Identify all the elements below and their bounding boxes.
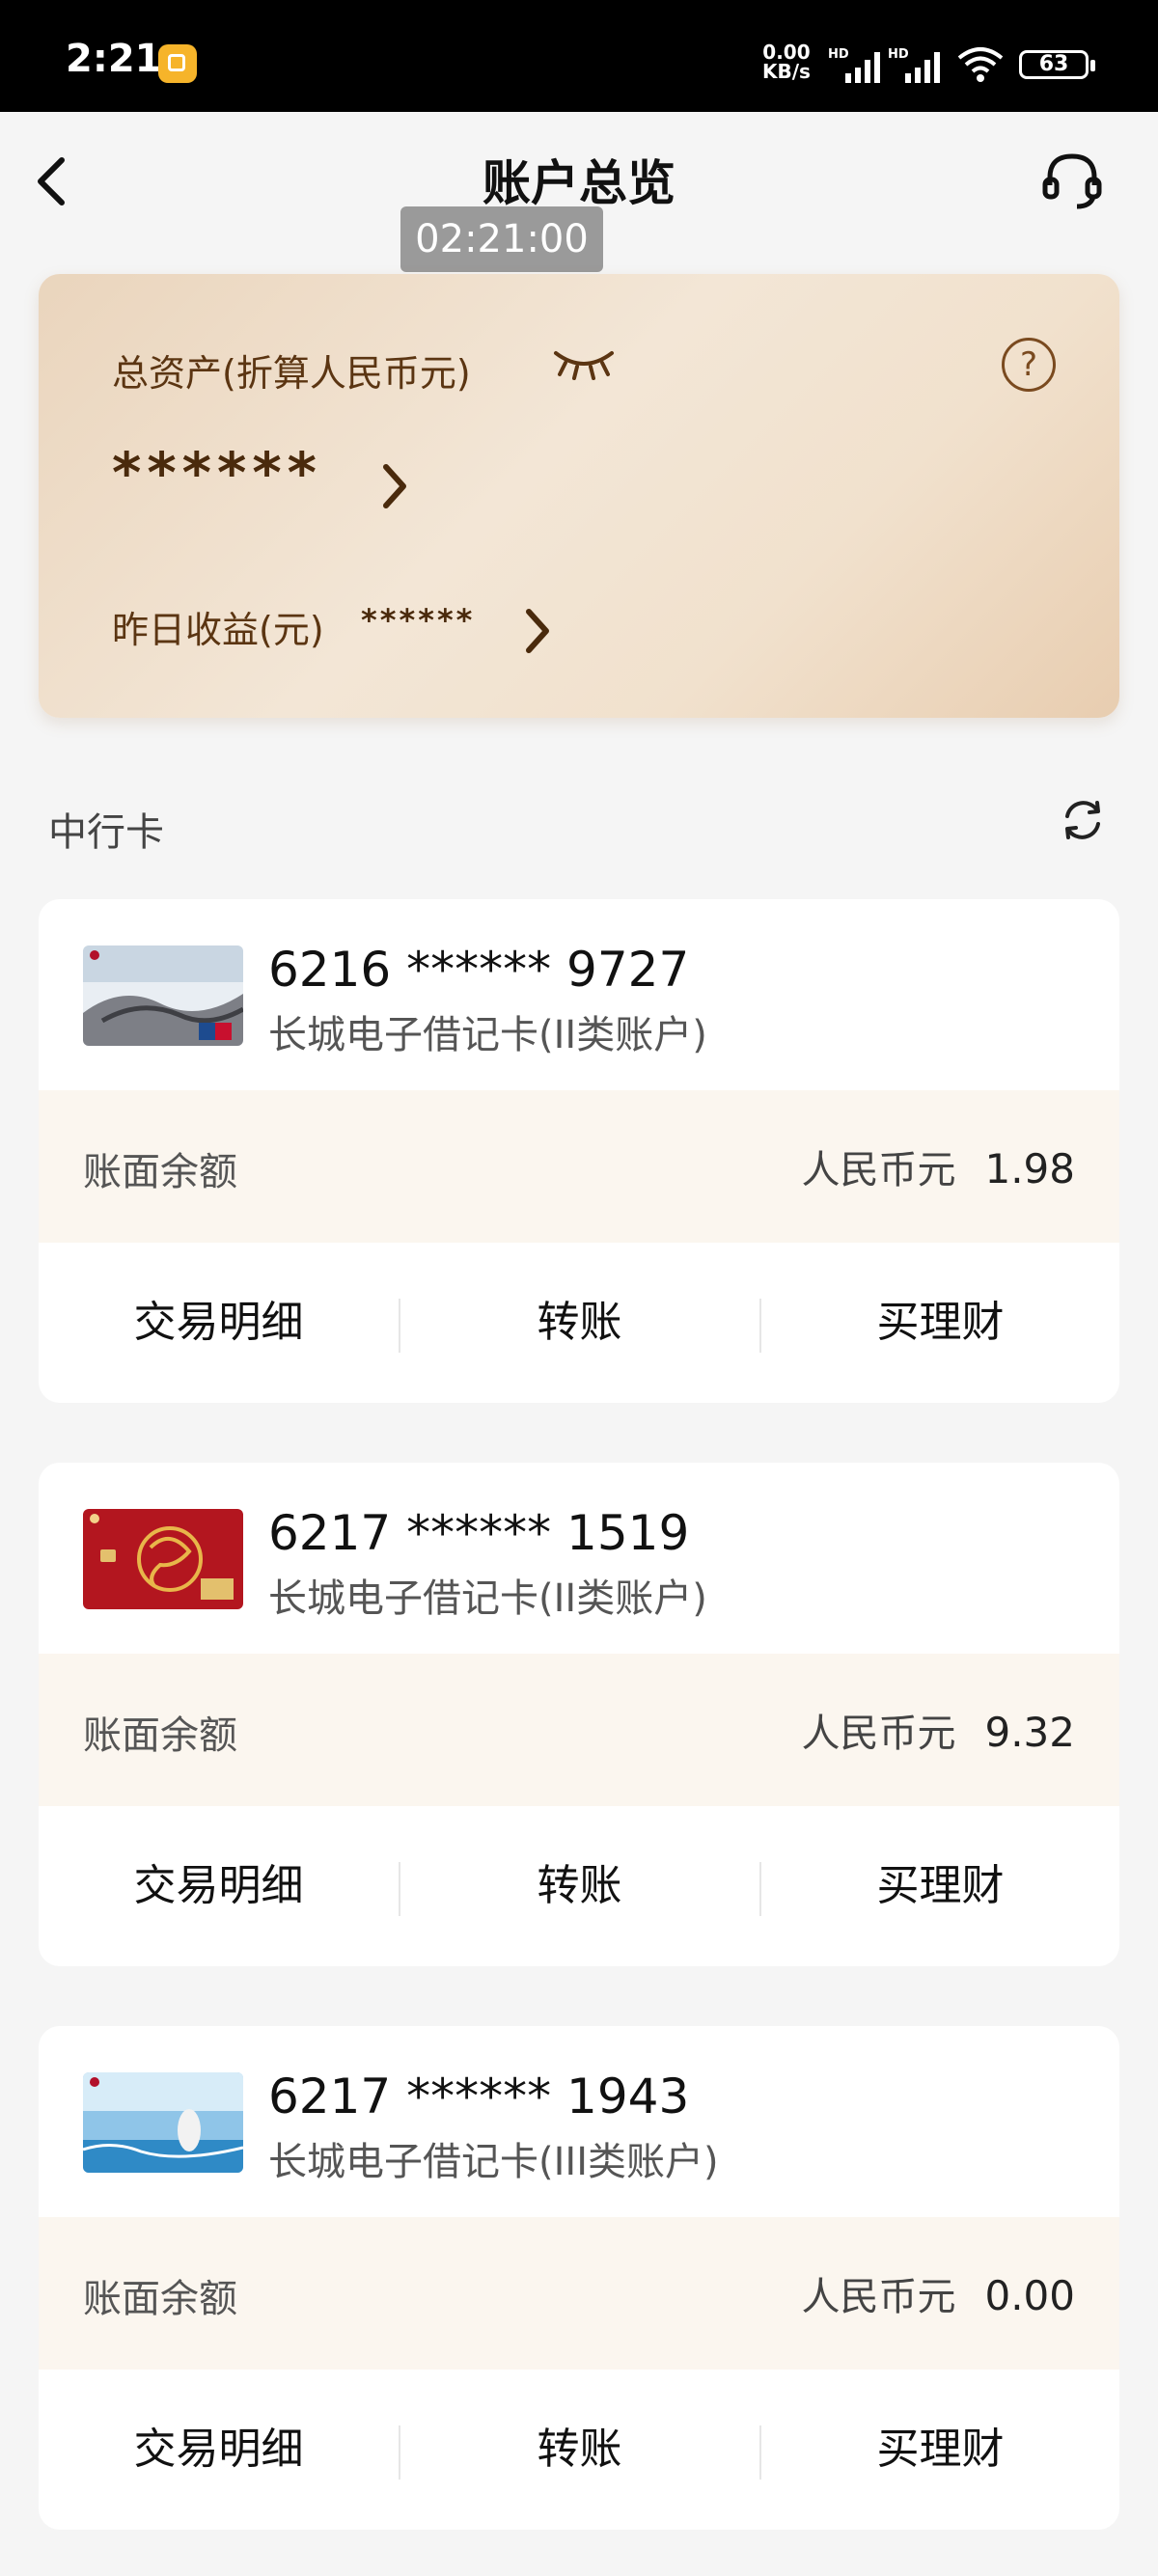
total-assets-card: 总资产(折算人民币元) ? ****** 昨日收益(元) ****** xyxy=(39,274,1119,718)
svg-text:HD: HD xyxy=(828,47,849,62)
account-actions: 交易明细 转账 买理财 xyxy=(39,1806,1119,1966)
battery-icon: 63 xyxy=(1019,50,1095,79)
card-number: 6217 ****** 1943 xyxy=(268,2069,690,2124)
status-time: 2:21 xyxy=(66,37,162,81)
buy-wealth-button[interactable]: 买理财 xyxy=(760,1243,1119,1403)
balance-label: 账面余额 xyxy=(83,1713,237,1758)
page-title: 账户总览 xyxy=(482,155,676,211)
balance-row: 账面余额 人民币元 9.32 xyxy=(39,1654,1119,1806)
notification-icon xyxy=(158,44,197,83)
transfer-button[interactable]: 转账 xyxy=(400,1243,759,1403)
transaction-details-button[interactable]: 交易明细 xyxy=(39,1806,399,1966)
card-image xyxy=(83,945,243,1046)
transfer-button[interactable]: 转账 xyxy=(400,2370,759,2530)
headset-icon[interactable] xyxy=(1040,149,1104,212)
yesterday-earnings-value: ****** xyxy=(361,602,476,639)
yesterday-earnings-label: 昨日收益(元) xyxy=(112,609,324,651)
eye-closed-icon[interactable] xyxy=(550,342,618,384)
balance-value-group: 人民币元 1.98 xyxy=(801,1138,1075,1194)
total-assets-label: 总资产(折算人民币元) xyxy=(112,352,471,395)
card-type: 长城电子借记卡(II类账户) xyxy=(268,1013,707,1057)
buy-wealth-button[interactable]: 买理财 xyxy=(760,1806,1119,1966)
network-speed-value: 0.00 xyxy=(762,41,811,64)
network-speed-unit: KB/s xyxy=(762,60,811,83)
transfer-button[interactable]: 转账 xyxy=(400,1806,759,1966)
status-bar: 2:21 0.00 KB/s HD HD 63 xyxy=(0,0,1158,112)
currency-label: 人民币元 xyxy=(801,1148,956,1192)
signal-icon-2: HD xyxy=(888,47,940,83)
transaction-details-button[interactable]: 交易明细 xyxy=(39,2370,399,2530)
transaction-details-button[interactable]: 交易明细 xyxy=(39,1243,399,1403)
balance-value: 0.00 xyxy=(984,2272,1075,2319)
question-icon[interactable]: ? xyxy=(1002,338,1056,392)
currency-label: 人民币元 xyxy=(801,1712,956,1756)
card-image xyxy=(83,1509,243,1609)
signal-icon: HD xyxy=(828,47,880,83)
balance-label: 账面余额 xyxy=(83,2277,237,2321)
account-card[interactable]: 6217 ****** 1943 长城电子借记卡(III类账户) 账面余额 人民… xyxy=(39,2026,1119,2530)
account-card[interactable]: 6216 ****** 9727 长城电子借记卡(II类账户) 账面余额 人民币… xyxy=(39,899,1119,1403)
account-actions: 交易明细 转账 买理财 xyxy=(39,1243,1119,1403)
total-assets-value: ****** xyxy=(112,440,322,506)
balance-row: 账面余额 人民币元 0.00 xyxy=(39,2217,1119,2370)
network-speed: 0.00 KB/s xyxy=(762,42,811,81)
card-number: 6216 ****** 9727 xyxy=(268,942,690,998)
account-card[interactable]: 6217 ****** 1519 长城电子借记卡(II类账户) 账面余额 人民币… xyxy=(39,1463,1119,1966)
card-type: 长城电子借记卡(III类账户) xyxy=(268,2140,719,2184)
balance-value: 1.98 xyxy=(984,1145,1075,1192)
chevron-right-icon[interactable] xyxy=(378,457,411,515)
svg-text:HD: HD xyxy=(888,47,909,62)
balance-value: 9.32 xyxy=(984,1709,1075,1756)
buy-wealth-button[interactable]: 买理财 xyxy=(760,2370,1119,2530)
account-actions: 交易明细 转账 买理财 xyxy=(39,2370,1119,2530)
balance-row: 账面余额 人民币元 1.98 xyxy=(39,1090,1119,1243)
balance-value-group: 人民币元 0.00 xyxy=(801,2265,1075,2321)
card-type: 长城电子借记卡(II类账户) xyxy=(268,1576,707,1621)
currency-label: 人民币元 xyxy=(801,2275,956,2319)
chevron-right-icon[interactable] xyxy=(521,602,554,660)
card-image xyxy=(83,2072,243,2173)
card-number: 6217 ****** 1519 xyxy=(268,1505,690,1561)
refresh-icon[interactable] xyxy=(1056,793,1110,847)
wifi-icon xyxy=(957,47,1004,82)
balance-label: 账面余额 xyxy=(83,1150,237,1194)
balance-value-group: 人民币元 9.32 xyxy=(801,1702,1075,1758)
section-title: 中行卡 xyxy=(48,810,164,855)
timer-badge: 02:21:00 xyxy=(400,206,603,272)
